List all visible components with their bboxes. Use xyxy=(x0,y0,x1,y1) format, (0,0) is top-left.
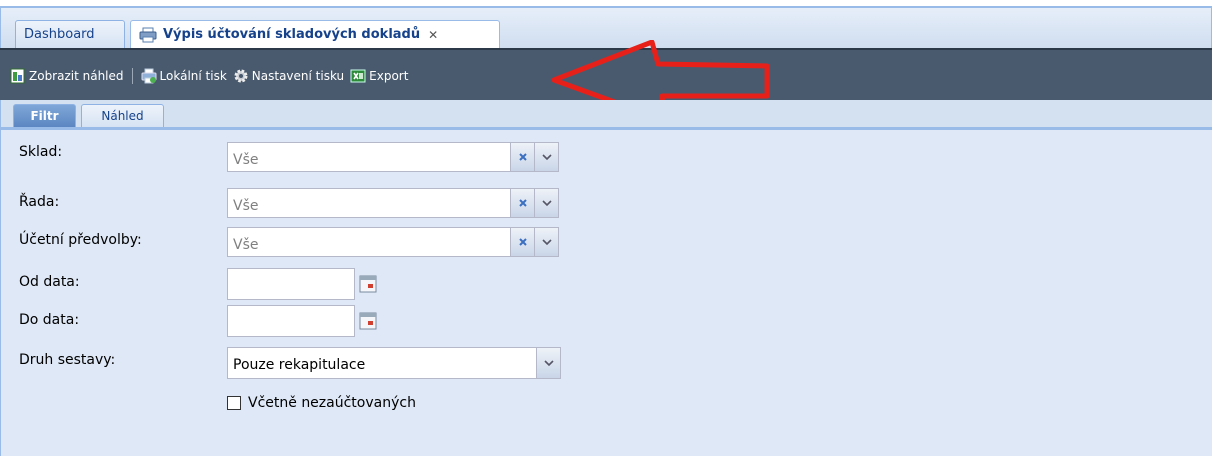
warehouse-input[interactable]: Vše xyxy=(227,142,511,172)
clear-icon[interactable] xyxy=(511,142,535,172)
subtab-bar: Filtr Náhled xyxy=(0,100,1212,130)
include-unposted-checkbox[interactable]: Včetně nezaúčtovaných xyxy=(227,395,416,411)
chevron-down-icon[interactable] xyxy=(535,227,559,257)
tab-report[interactable]: Výpis účtování skladových dokladů ✕ xyxy=(130,20,500,48)
accounting-presets-label: Účetní předvolby: xyxy=(19,232,142,248)
checkbox-box[interactable] xyxy=(227,396,241,410)
date-to-input[interactable] xyxy=(227,305,355,337)
calendar-icon[interactable] xyxy=(355,268,381,300)
clear-icon[interactable] xyxy=(511,227,535,257)
close-icon[interactable]: ✕ xyxy=(428,28,438,42)
date-from-input[interactable] xyxy=(227,268,355,300)
chevron-down-icon[interactable] xyxy=(535,142,559,172)
date-from-label: Od data: xyxy=(19,274,80,290)
local-print-button-label: Lokální tisk xyxy=(159,69,227,83)
print-settings-button-label: Nastavení tisku xyxy=(251,69,345,83)
export-button-label: Export xyxy=(369,69,409,83)
chevron-down-icon[interactable] xyxy=(537,347,561,379)
tab-preview[interactable]: Náhled xyxy=(81,104,164,127)
calendar-icon[interactable] xyxy=(355,305,381,337)
series-input[interactable]: Vše xyxy=(227,188,511,218)
preview-button-label: Zobrazit náhled xyxy=(29,69,124,83)
accounting-presets-combo: Vše xyxy=(227,227,559,257)
gear-icon xyxy=(233,68,249,84)
include-unposted-label: Včetně nezaúčtovaných xyxy=(248,395,416,411)
date-to-picker xyxy=(227,305,381,337)
print-settings-button[interactable]: Nastavení tisku xyxy=(233,68,344,84)
toolbar-separator xyxy=(131,68,133,84)
tab-dashboard[interactable]: Dashboard xyxy=(15,20,125,48)
report-type-input[interactable]: Pouze rekapitulace xyxy=(227,347,537,379)
excel-export-icon xyxy=(350,68,366,84)
filter-form: Sklad: Vše Řada: Vše Účetní předvolby: V… xyxy=(0,130,1212,456)
warehouse-label: Sklad: xyxy=(19,144,63,160)
printer-icon xyxy=(139,27,157,43)
date-from-picker xyxy=(227,268,381,300)
export-button[interactable]: Export xyxy=(350,68,408,84)
preview-icon xyxy=(10,68,26,84)
chevron-down-icon[interactable] xyxy=(535,188,559,218)
local-print-button[interactable]: Lokální tisk xyxy=(141,68,227,84)
report-type-label: Druh sestavy: xyxy=(19,352,116,368)
date-to-label: Do data: xyxy=(19,312,80,328)
printer-icon xyxy=(141,68,157,84)
tab-filter[interactable]: Filtr xyxy=(13,104,76,127)
warehouse-combo: Vše xyxy=(227,142,559,172)
preview-button[interactable]: Zobrazit náhled xyxy=(10,68,124,84)
series-label: Řada: xyxy=(19,194,60,210)
tab-filter-label: Filtr xyxy=(30,109,59,123)
tab-preview-label: Náhled xyxy=(101,109,144,123)
window-top-strip xyxy=(0,0,1212,8)
report-type-select: Pouze rekapitulace xyxy=(227,347,561,379)
tab-report-label: Výpis účtování skladových dokladů xyxy=(163,27,421,42)
clear-icon[interactable] xyxy=(511,188,535,218)
tab-dashboard-label: Dashboard xyxy=(24,27,95,42)
accounting-presets-input[interactable]: Vše xyxy=(227,227,511,257)
series-combo: Vše xyxy=(227,188,559,218)
